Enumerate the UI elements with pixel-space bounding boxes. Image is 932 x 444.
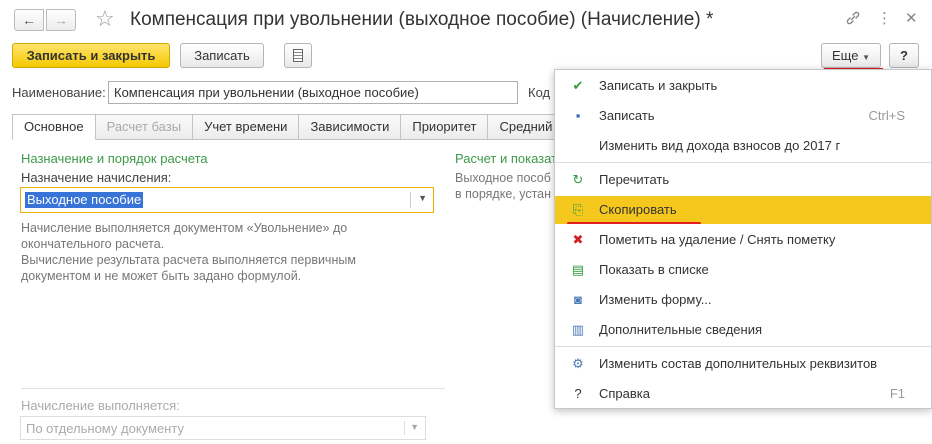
menu-item-label: Перечитать [599,172,670,187]
arrow-right-icon: → [54,12,68,28]
additional-info-icon: ▥ [571,322,585,337]
performed-label: Начисление выполняется: [21,398,180,413]
right-hint-line: Выходное пособ [455,171,551,185]
menu-separator [555,346,931,347]
hint-line: Вычисление результата расчета выполняетс… [21,253,356,267]
code-label: Код [528,85,551,100]
purpose-select[interactable]: Выходное пособие ▼ [20,187,434,213]
menu-item-label: Пометить на удаление / Снять пометку [599,232,836,247]
menu-item-mark-delete[interactable]: ✖ Пометить на удаление / Снять пометку [555,226,931,254]
more-actions-button[interactable]: Еще ▼ [821,43,881,68]
arrow-left-icon: ← [22,12,36,28]
group-title-purpose: Назначение и порядок расчета [21,151,208,166]
attributes-settings-icon: ⚙ [572,356,584,371]
window-title: Компенсация при увольнении (выходное пос… [130,9,714,30]
dropdown-arrow-icon[interactable]: ▼ [418,193,427,203]
menu-item-label: Изменить состав дополнительных реквизито… [599,356,878,371]
save-and-close-button[interactable]: Записать и закрыть [12,43,170,68]
annotation-underline [567,222,701,224]
form-settings-icon: ◙ [574,292,582,307]
tab-main[interactable]: Основное [12,114,96,140]
hint-line: документом и не может быть задано формул… [21,269,302,283]
floppy-icon: ▪ [575,108,581,123]
menu-item-shortcut: F1 [889,386,905,401]
select-divider [404,421,405,435]
tab-priority[interactable]: Приоритет [401,114,489,140]
list-icon: ▤ [571,262,585,277]
chevron-down-icon: ▼ [862,53,870,62]
more-actions-menu: ✔ Записать и закрыть ▪ Записать Ctrl+S Измени… [554,69,932,409]
save-button[interactable]: Записать [180,43,264,68]
more-vertical-icon[interactable]: ⋮ [877,9,892,27]
menu-item-label: Изменить форму... [599,292,712,307]
menu-item-save[interactable]: ▪ Записать Ctrl+S [555,102,931,130]
menu-item-label: Показать в списке [599,262,709,277]
menu-item-label: Изменить вид дохода взносов до 2017 г [599,138,841,153]
refresh-icon: ↻ [572,172,584,187]
hint-line: Начисление выполняется документом «Уволь… [21,221,348,235]
menu-item-label: Дополнительные сведения [599,322,763,337]
purpose-select-value: Выходное пособие [25,192,144,208]
more-actions-label: Еще [832,48,859,63]
help-icon: ? [574,386,582,401]
performed-select-value: По отдельному документу [26,421,184,436]
menu-item-additional-info[interactable]: ▥ Дополнительные сведения [555,316,931,344]
performed-select[interactable]: По отдельному документу ▼ [20,416,426,440]
right-hint-line: в порядке, устан [455,187,552,201]
save-close-icon: ✔ [572,78,584,93]
menu-item-label: Справка [599,386,650,401]
menu-separator [555,162,931,163]
menu-item-label: Записать и закрыть [599,78,718,93]
copy-icon: ⎘ [572,202,584,217]
help-button[interactable]: ? [889,43,919,68]
report-button[interactable] [284,43,312,68]
title-bar: ← → ☆ Компенсация при увольнении (выходн… [0,0,932,40]
menu-item-show-in-list[interactable]: ▤ Показать в списке [555,256,931,284]
close-icon[interactable]: ✕ [905,9,918,27]
menu-item-copy[interactable]: ⎘ Скопировать [555,196,931,224]
back-button[interactable]: ← [14,9,44,31]
menu-item-change-form[interactable]: ◙ Изменить форму... [555,286,931,314]
dropdown-arrow-icon[interactable]: ▼ [410,422,419,432]
tab-time-accounting[interactable]: Учет времени [193,114,300,140]
favorite-star-icon[interactable]: ☆ [95,6,115,32]
name-label: Наименование: [12,85,106,100]
link-icon[interactable] [845,10,861,31]
menu-item-label: Записать [599,108,655,123]
menu-item-label: Скопировать [599,202,677,217]
group-title-calculation: Расчет и показат [455,151,558,166]
menu-item-change-income-type[interactable]: Изменить вид дохода взносов до 2017 г [555,132,931,160]
menu-item-reread[interactable]: ↻ Перечитать [555,166,931,194]
document-list-icon [293,49,303,62]
menu-item-save-close[interactable]: ✔ Записать и закрыть [555,72,931,100]
forward-button[interactable]: → [46,9,76,31]
name-field[interactable]: Компенсация при увольнении (выходное пос… [108,81,518,104]
menu-item-help[interactable]: ? Справка F1 [555,380,931,408]
select-divider [410,192,411,208]
divider [21,388,445,389]
tab-dependencies[interactable]: Зависимости [299,114,402,140]
menu-item-shortcut: Ctrl+S [868,108,905,123]
tab-base-calculation[interactable]: Расчет базы [95,114,194,140]
tab-bar: Основное Расчет базы Учет времени Зависи… [12,114,589,140]
purpose-label: Назначение начисления: [21,170,172,185]
delete-mark-icon: ✖ [572,232,584,247]
hint-line: окончательного расчета. [21,237,165,251]
menu-item-edit-attributes[interactable]: ⚙ Изменить состав дополнительных реквизит… [555,350,931,378]
